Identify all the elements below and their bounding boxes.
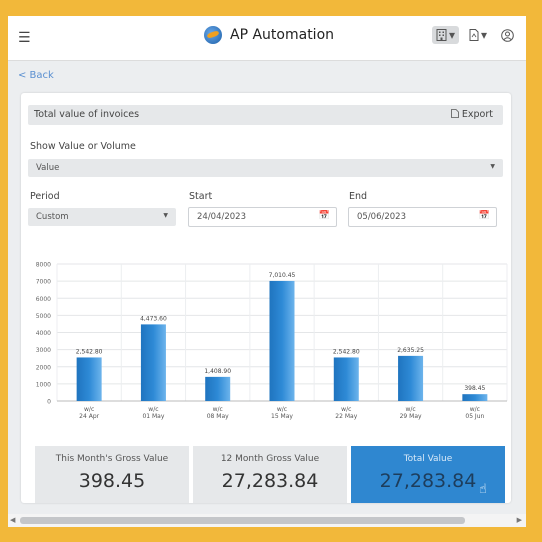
data-label: 2,542.80 [76, 348, 103, 355]
hand-cursor-icon: ☝ [479, 482, 487, 497]
caret-down-icon: ▼ [490, 163, 495, 170]
y-tick-label: 8000 [36, 262, 51, 269]
x-tick-label: 15 May [271, 413, 293, 420]
x-tick-label: 22 May [335, 413, 357, 420]
period-selected: Custom [36, 212, 69, 222]
user-circle-icon [501, 28, 514, 42]
start-date-value: 24/04/2023 [197, 212, 246, 222]
bar [398, 355, 424, 401]
tile-label: This Month's Gross Value [55, 454, 169, 464]
tile-label: Total Value [403, 454, 453, 464]
y-tick-label: 1000 [36, 381, 51, 388]
x-tick-label: w/c [213, 406, 223, 413]
app-title: AP Automation [230, 27, 335, 43]
value-volume-label: Show Value or Volume [30, 141, 136, 152]
y-tick-label: 2000 [36, 364, 51, 371]
caret-down-icon: ▼ [163, 212, 168, 219]
scroll-right-icon[interactable]: ▶ [517, 516, 522, 524]
x-tick-label: w/c [148, 406, 158, 413]
y-tick-label: 6000 [36, 296, 51, 303]
x-tick-label: 05 Jun [465, 413, 484, 420]
x-tick-label: 08 May [207, 413, 229, 420]
value-volume-select[interactable]: Value ▼ [28, 159, 503, 177]
this-month-tile: This Month's Gross Value 398.45 [35, 446, 189, 503]
x-tick-label: 29 May [400, 413, 422, 420]
x-tick-label: w/c [341, 406, 351, 413]
bar [333, 357, 359, 401]
pdf-document-icon [469, 29, 479, 41]
x-tick-label: w/c [84, 406, 94, 413]
y-tick-label: 7000 [36, 279, 51, 286]
toolbar: ▾ ▾ [431, 26, 518, 44]
y-tick-label: 3000 [36, 347, 51, 354]
invoice-bar-chart: 0 1000 2000 3000 4000 5000 6000 7000 8000 2,542.8… [36, 262, 508, 420]
scroll-thumb[interactable] [20, 517, 465, 524]
twelve-month-tile: 12 Month Gross Value 27,283.84 [193, 446, 347, 503]
export-document-icon [450, 109, 459, 118]
data-label: 2,542.80 [333, 348, 360, 355]
tile-value: 27,283.84 [221, 470, 319, 492]
start-label: Start [189, 191, 213, 202]
bar [269, 280, 295, 401]
top-bar: ☰ AP Automation ▾ ▾ [8, 16, 526, 61]
app-window: ☰ AP Automation ▾ ▾ < Back Total value o… [8, 16, 526, 527]
period-select[interactable]: Custom ▼ [28, 208, 176, 226]
x-tick-label: w/c [405, 406, 415, 413]
hamburger-icon[interactable]: ☰ [18, 30, 31, 46]
value-volume-selected: Value [36, 163, 60, 173]
user-account-button[interactable] [497, 27, 518, 44]
app-brand: AP Automation [204, 26, 334, 44]
calendar-icon[interactable]: 📅 [479, 211, 490, 221]
scroll-left-icon[interactable]: ◀ [10, 516, 15, 524]
y-tick-label: 0 [47, 399, 51, 406]
summary-tiles: This Month's Gross Value 398.45 12 Month… [35, 446, 505, 503]
y-tick-label: 4000 [36, 330, 51, 337]
building-icon [436, 29, 447, 41]
horizontal-scrollbar[interactable]: ◀ ▶ [8, 514, 526, 527]
back-link[interactable]: < Back [18, 70, 54, 81]
chevron-down-icon: ▾ [448, 28, 455, 42]
end-date-value: 05/06/2023 [357, 212, 406, 222]
x-tick-label: 01 May [142, 413, 164, 420]
export-button[interactable]: Export [450, 109, 493, 120]
globe-logo-icon [204, 26, 222, 44]
data-label: 4,473.60 [140, 315, 167, 322]
tile-value: 398.45 [78, 470, 146, 492]
end-label: End [349, 191, 368, 202]
x-tick-label: w/c [277, 406, 287, 413]
data-label: 1,408.90 [204, 368, 231, 375]
total-value-tile[interactable]: Total Value 27,283.84 ☝ [351, 446, 505, 503]
start-date-input[interactable]: 24/04/2023 📅 [188, 207, 337, 227]
y-tick-label: 5000 [36, 313, 51, 320]
calendar-icon[interactable]: 📅 [319, 211, 330, 221]
export-label: Export [461, 109, 493, 120]
pdf-menu-button[interactable]: ▾ [465, 26, 491, 44]
data-label: 2,635.25 [397, 347, 424, 354]
x-tick-label: w/c [470, 406, 480, 413]
bar [205, 376, 231, 401]
data-label: 398.45 [464, 385, 485, 392]
data-label: 7,010.45 [269, 272, 296, 279]
bar [140, 324, 166, 401]
card-header: Total value of invoices Export [28, 105, 503, 125]
bar [462, 394, 488, 401]
tile-label: 12 Month Gross Value [220, 454, 320, 464]
x-tick-label: 24 Apr [79, 413, 99, 420]
card-title: Total value of invoices [34, 109, 140, 120]
chevron-down-icon: ▾ [480, 28, 487, 42]
end-date-input[interactable]: 05/06/2023 📅 [348, 207, 497, 227]
building-menu-button[interactable]: ▾ [431, 26, 459, 44]
period-label: Period [30, 191, 60, 202]
invoices-card: Total value of invoices Export Show Valu… [21, 93, 511, 503]
bar [76, 357, 102, 401]
